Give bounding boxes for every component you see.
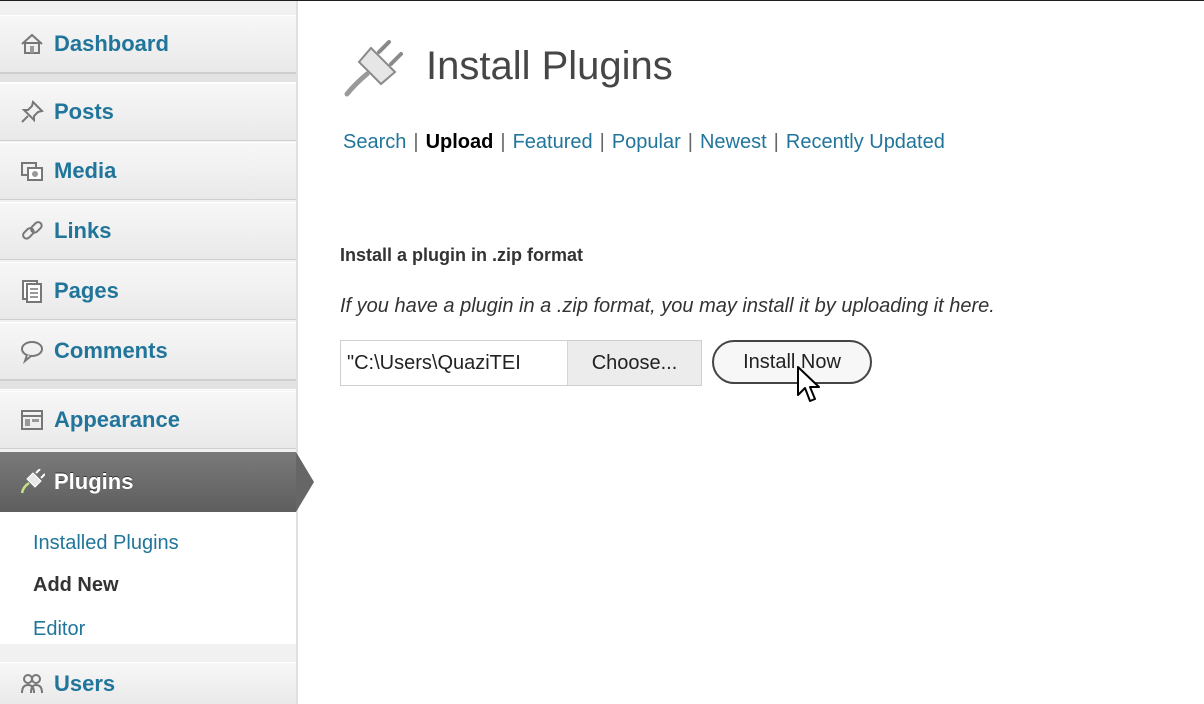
page-title: Install Plugins xyxy=(426,44,673,88)
sidebar-item-label: Users xyxy=(54,670,116,696)
menu-separator xyxy=(0,73,296,83)
submenu-editor[interactable]: Editor xyxy=(33,618,85,641)
sidebar-item-comments[interactable]: Comments xyxy=(0,322,296,380)
plugin-page-icon xyxy=(341,40,407,98)
tab-newest[interactable]: Newest xyxy=(700,131,767,153)
sidebar-item-label: Appearance xyxy=(54,407,180,432)
sidebar-item-links[interactable]: Links xyxy=(0,202,296,260)
comment-bubble-icon xyxy=(18,337,46,365)
sidebar-item-label: Plugins xyxy=(54,469,134,494)
sidebar-item-dashboard[interactable]: Dashboard xyxy=(0,15,296,73)
active-menu-arrow xyxy=(296,452,314,512)
sidebar-item-label: Dashboard xyxy=(54,31,169,56)
submenu-installed-plugins[interactable]: Installed Plugins xyxy=(33,532,179,555)
tab-upload[interactable]: Upload xyxy=(426,131,494,153)
sidebar-item-users[interactable]: Users xyxy=(0,662,296,704)
home-icon xyxy=(18,30,46,58)
menu-separator xyxy=(0,380,296,390)
file-path-field[interactable]: "C:\Users\QuaziTEI xyxy=(341,341,567,385)
tab-featured[interactable]: Featured xyxy=(513,131,593,153)
install-tabs: Search | Upload | Featured | Popular | Newest | Re… xyxy=(343,131,945,153)
pages-icon xyxy=(18,277,46,305)
tab-search[interactable]: Search xyxy=(343,131,406,153)
pushpin-icon xyxy=(18,98,46,126)
sidebar-item-label: Pages xyxy=(54,278,119,303)
media-icon xyxy=(18,157,46,185)
sidebar-item-media[interactable]: Media xyxy=(0,142,296,200)
users-icon xyxy=(18,670,46,698)
sidebar-edge xyxy=(296,1,298,704)
sidebar-item-label: Comments xyxy=(54,338,168,363)
link-icon xyxy=(18,217,46,245)
sidebar-item-plugins[interactable]: Plugins xyxy=(0,452,296,512)
plugins-submenu: Installed Plugins Add New Editor xyxy=(0,512,296,644)
sidebar-item-label: Posts xyxy=(54,99,114,124)
mouse-cursor-icon xyxy=(796,365,822,407)
tab-popular[interactable]: Popular xyxy=(612,131,681,153)
sidebar-item-label: Links xyxy=(54,218,112,243)
sidebar-item-label: Media xyxy=(54,158,117,183)
sidebar-item-appearance[interactable]: Appearance xyxy=(0,391,296,449)
plugin-zip-file-input[interactable]: "C:\Users\QuaziTEI Choose... xyxy=(340,340,702,386)
appearance-icon xyxy=(18,406,46,434)
section-heading: Install a plugin in .zip format xyxy=(340,245,584,265)
plug-icon xyxy=(18,468,46,496)
install-now-button[interactable]: Install Now xyxy=(712,340,872,384)
sidebar-item-pages[interactable]: Pages xyxy=(0,262,296,320)
choose-file-button[interactable]: Choose... xyxy=(567,341,701,385)
section-description: If you have a plugin in a .zip format, y… xyxy=(340,295,995,317)
tab-recently-updated[interactable]: Recently Updated xyxy=(786,131,945,153)
submenu-add-new[interactable]: Add New xyxy=(33,574,119,597)
sidebar-item-posts[interactable]: Posts xyxy=(0,83,296,141)
